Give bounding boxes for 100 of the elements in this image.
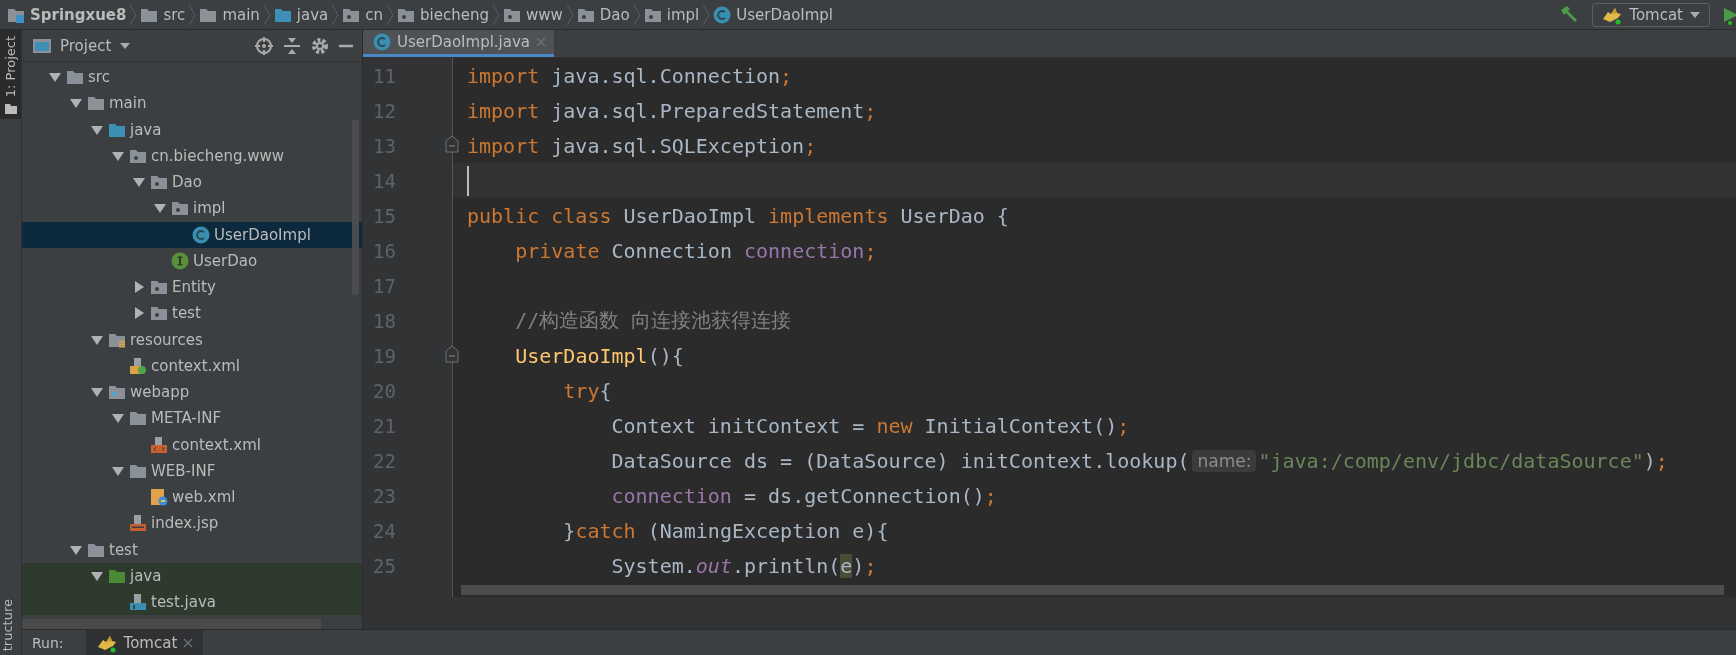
breadcrumb-item[interactable]: www [500,5,566,24]
package-icon [150,279,168,296]
code-text: import java.sql.Connection; [467,63,793,88]
jsp-file-icon [129,514,147,533]
package-icon [397,6,416,23]
run-configuration-dropdown[interactable]: Tomcat [1592,2,1710,27]
tree-item[interactable]: context.xml [22,352,362,379]
breadcrumb-item[interactable]: biecheng [394,5,492,24]
tree-item[interactable]: UserDao [22,247,362,274]
separator-icon [492,3,500,26]
code-text: System.out.println( [611,553,841,578]
dropdown-caret-icon [1689,10,1701,19]
tree-item[interactable]: cn.biecheng.www [22,142,362,169]
collapse-all-icon[interactable] [282,35,302,56]
code-text: DataSource ds = (DataSource) initContext.lookup( [611,448,1190,473]
separator-icon [129,3,138,26]
separator-icon [262,3,271,26]
editor-tab[interactable]: UserDaoImpl.java [363,30,555,57]
close-icon[interactable] [183,637,194,648]
tree-item[interactable]: web.xml [22,484,362,511]
code-text: "java:/comp/env/jdbc/dataSource"); [1258,448,1668,473]
java-file-icon [129,593,147,612]
package-icon [503,6,521,23]
tree-item[interactable]: Dao [22,169,362,196]
breadcrumb-item[interactable]: cn [339,5,387,24]
folder-icon [87,541,105,558]
package-icon [129,147,147,164]
package-icon [171,200,189,217]
parameter-hint: name: [1192,449,1257,472]
code-text: }catch (NamingException e){ [563,518,889,543]
folder-icon [273,6,292,23]
package-icon [150,305,168,322]
tree-item[interactable]: impl [22,195,362,222]
package-icon [643,6,662,23]
xml-file-icon [150,435,168,454]
resources-folder-icon [108,331,126,348]
breadcrumb-item[interactable]: java [270,5,332,24]
folder-icon [129,410,147,427]
web-folder-icon [108,384,126,401]
breadcrumb-item[interactable]: UserDaoImpl [710,5,837,24]
folder-icon [108,121,126,138]
package-icon [342,6,361,23]
breadcrumb-item[interactable]: impl [640,5,703,24]
folder-icon [108,567,126,584]
tree-item[interactable]: UserDaoImpl [22,221,362,248]
tree-item[interactable]: webapp [22,379,362,406]
breadcrumb-item[interactable]: Springxue8 [4,5,130,24]
tree-item[interactable]: src [22,64,362,91]
separator-icon [188,3,197,26]
package-icon [150,174,168,191]
folder-icon [140,6,159,23]
tree-item[interactable]: META-INF [22,405,362,432]
tree-item[interactable]: main [22,90,362,117]
web-config-icon [150,488,168,507]
code-text: import java.sql.SQLException; [467,133,817,158]
breadcrumb-item[interactable]: main [196,5,263,24]
tree-item[interactable]: test [22,536,362,563]
settings-icon[interactable] [310,35,330,56]
class-icon [373,33,391,51]
tree-item[interactable]: resources [22,326,362,353]
run-label: Run: [32,634,65,651]
code-text: connection = ds.getConnection(); [611,483,997,508]
code-text: try{ [563,378,612,403]
tree-item[interactable]: context.xml [22,431,362,458]
separator-icon [565,3,574,26]
tree-item[interactable]: test.java [22,589,362,616]
collapsed-arrow-icon[interactable] [132,306,146,321]
project-folder-icon [7,6,25,23]
tree-item[interactable]: java [22,116,362,143]
breadcrumb-item[interactable]: Dao [573,5,633,24]
package-icon [576,6,595,23]
code-text: private Connection connection; [515,238,877,263]
tree-item[interactable]: WEB-INF [22,457,362,484]
run-tab[interactable]: Tomcat [85,629,204,655]
code-text: import java.sql.PreparedStatement; [467,98,877,123]
breadcrumb-item[interactable]: src [137,5,189,24]
folder-icon [199,6,218,23]
folder-icon [129,462,147,479]
code-text: //构造函数 向连接池获得连接 [515,307,792,334]
panel-title[interactable]: Project [60,36,112,55]
folder-icon [66,69,84,86]
tree-item[interactable]: Entity [22,274,362,301]
separator-icon [331,3,340,26]
code-text: Context initContext = new InitialContext(); [611,413,1130,438]
class-icon [713,5,732,24]
tree-item[interactable]: java [22,562,362,589]
dropdown-caret-icon[interactable] [119,41,132,50]
code-text: public class UserDaoImpl implements UserDao { [467,203,1009,228]
separator-icon [632,3,641,26]
locate-icon[interactable] [254,35,274,56]
separator-icon [386,3,395,26]
panel-icon [32,36,52,55]
collapsed-arrow-icon[interactable] [132,280,146,295]
class-icon [192,225,210,244]
tree-item[interactable]: index.jsp [22,510,362,537]
interface-icon [171,251,189,270]
tool-window-tab[interactable]: tructure [0,598,21,655]
tree-item[interactable]: test [22,300,362,327]
code-text: UserDaoImpl(){ [515,343,684,368]
separator-icon [702,3,711,26]
